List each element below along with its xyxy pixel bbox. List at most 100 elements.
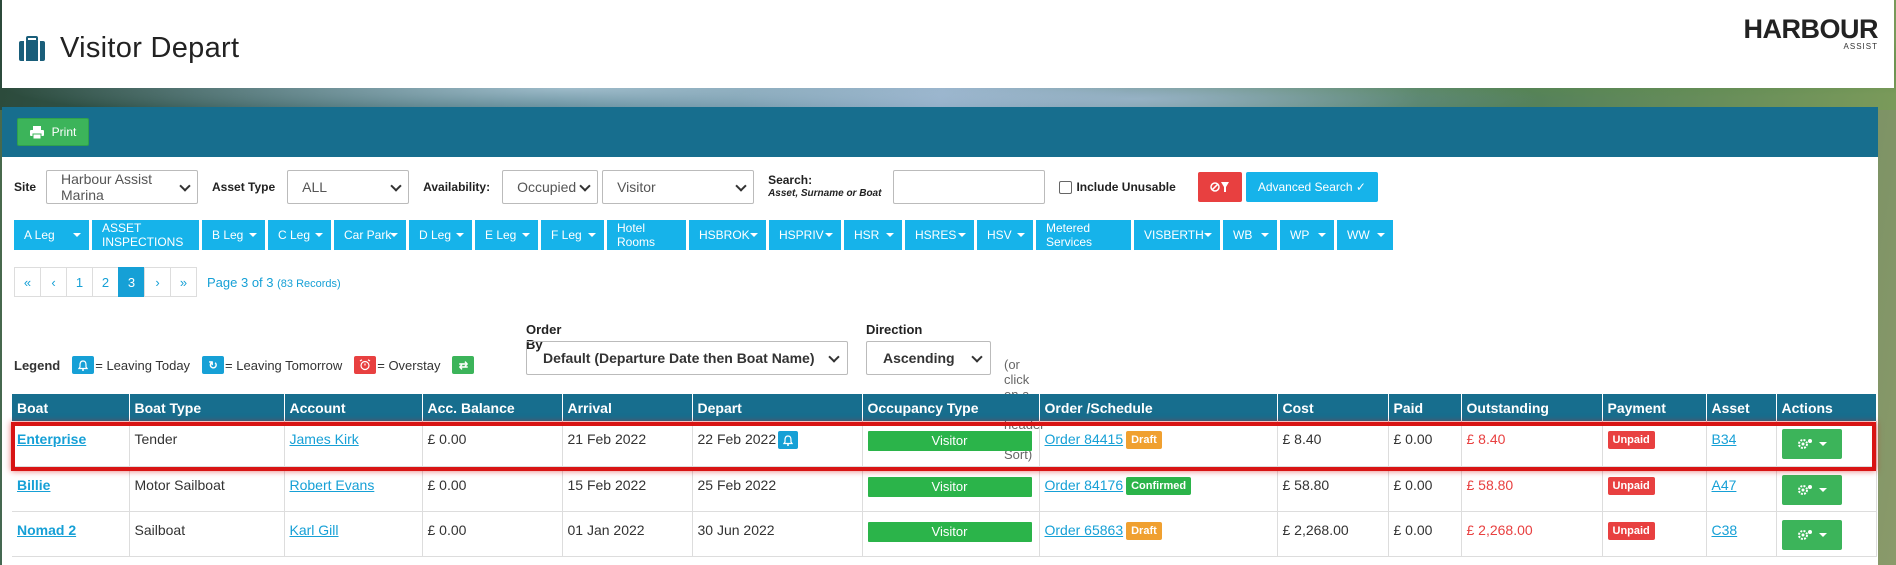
col-header-outstanding[interactable]: Outstanding xyxy=(1461,394,1603,421)
tag-b-leg[interactable]: B Leg xyxy=(202,220,265,250)
cell-payment: Unpaid xyxy=(1602,421,1707,467)
caret-down-icon xyxy=(958,233,966,237)
cell-outstanding: £ 8.40 xyxy=(1461,421,1603,467)
legend-label: Legend xyxy=(14,357,61,373)
search-hint: Asset, Surname or Boat xyxy=(768,188,882,199)
actions-button[interactable] xyxy=(1781,519,1842,550)
order-link[interactable]: Order 84176 xyxy=(1045,477,1124,493)
caret-down-icon xyxy=(1261,233,1269,237)
cell-occupancy: Visitor xyxy=(862,421,1040,467)
page-header: Visitor Depart HARBOUR ASSIST xyxy=(2,0,1894,88)
asset-link[interactable]: C38 xyxy=(1712,522,1738,538)
tag-wb[interactable]: WB xyxy=(1223,220,1277,250)
asset-link[interactable]: A47 xyxy=(1712,477,1737,493)
col-header-occupancy-type[interactable]: Occupancy Type xyxy=(862,394,1040,421)
tag-d-leg[interactable]: D Leg xyxy=(409,220,472,250)
tag-e-leg[interactable]: E Leg xyxy=(475,220,538,250)
cell-account: Karl Gill xyxy=(284,511,423,557)
actions-button[interactable] xyxy=(1781,429,1842,459)
cell-asset: B34 xyxy=(1706,421,1777,467)
tag-hsr[interactable]: HSR xyxy=(844,220,902,250)
page-1-button[interactable]: 1 xyxy=(66,267,93,297)
tag-metered-services[interactable]: Metered Services xyxy=(1036,220,1131,250)
tag-a-leg[interactable]: A Leg xyxy=(14,220,89,250)
tag-car-park[interactable]: Car Park xyxy=(334,220,406,250)
col-header-arrival[interactable]: Arrival xyxy=(562,394,693,421)
cell-cost: £ 58.80 xyxy=(1277,466,1389,512)
tag-asset-inspections[interactable]: ASSET INSPECTIONS xyxy=(92,220,199,250)
col-header-paid[interactable]: Paid xyxy=(1388,394,1462,421)
table-row: Billie Motor Sailboat Robert Evans £ 0.0… xyxy=(12,466,1877,512)
include-unusable-checkbox[interactable] xyxy=(1059,180,1073,194)
site-value: Harbour Assist Marina xyxy=(61,171,153,203)
cell-order: Order 65863 Draft xyxy=(1039,511,1278,557)
col-header-boat[interactable]: Boat xyxy=(12,394,130,421)
tag-hotel-rooms[interactable]: Hotel Rooms xyxy=(607,220,686,250)
order-by-select[interactable]: Default (Departure Date then Boat Name) xyxy=(526,341,848,375)
col-header-account[interactable]: Account xyxy=(284,394,423,421)
pagination: « ‹ 1 2 3 › » Page 3 of 3 (83 Records) xyxy=(14,267,341,297)
col-header-depart[interactable]: Depart xyxy=(692,394,863,421)
cell-paid: £ 0.00 xyxy=(1388,421,1462,467)
tag-visberth[interactable]: VISBERTH xyxy=(1134,220,1220,250)
gear-icon xyxy=(1797,484,1812,495)
site-select[interactable]: Harbour Assist Marina xyxy=(46,170,199,204)
clear-filter-button[interactable] xyxy=(1197,172,1242,202)
caret-down-icon xyxy=(1318,233,1326,237)
cell-actions xyxy=(1776,466,1877,512)
cell-balance: £ 0.00 xyxy=(422,511,563,557)
order-by-value: Default (Departure Date then Boat Name) xyxy=(543,350,815,366)
page-3-button[interactable]: 3 xyxy=(118,267,145,297)
search-input[interactable] xyxy=(893,170,1046,204)
actions-button[interactable] xyxy=(1781,474,1842,505)
asset-type-select[interactable]: ALL xyxy=(287,170,410,204)
col-header-order-schedule[interactable]: Order /Schedule xyxy=(1039,394,1278,421)
page-2-button[interactable]: 2 xyxy=(92,267,119,297)
caret-down-icon xyxy=(73,233,81,237)
col-header-cost[interactable]: Cost xyxy=(1277,394,1389,421)
col-header-acc-balance[interactable]: Acc. Balance xyxy=(422,394,563,421)
legend-today: = Leaving Today xyxy=(95,357,191,373)
boat-link[interactable]: Enterprise xyxy=(17,431,86,447)
cell-boat: Enterprise xyxy=(12,421,130,467)
cell-asset: C38 xyxy=(1706,511,1777,557)
cell-paid: £ 0.00 xyxy=(1388,511,1462,557)
cell-boat: Billie xyxy=(12,466,130,512)
caret-down-icon xyxy=(750,233,758,237)
col-header-payment[interactable]: Payment xyxy=(1602,394,1707,421)
direction-select[interactable]: Ascending xyxy=(866,341,991,375)
print-button[interactable]: Print xyxy=(17,118,89,146)
tag-hsbrok[interactable]: HSBROK xyxy=(689,220,766,250)
tag-wp[interactable]: WP xyxy=(1280,220,1334,250)
occupancy-select[interactable]: Visitor xyxy=(602,170,755,204)
caret-down-icon xyxy=(1377,233,1385,237)
page-next-button[interactable]: › xyxy=(144,267,171,297)
caret-down-icon xyxy=(522,233,530,237)
caret-down-icon xyxy=(825,233,833,237)
advanced-search-button[interactable]: Advanced Search ✓ xyxy=(1245,172,1378,202)
tag-ww[interactable]: WW xyxy=(1337,220,1393,250)
account-link[interactable]: Robert Evans xyxy=(290,477,375,493)
tag-f-leg[interactable]: F Leg xyxy=(541,220,604,250)
page-last-button[interactable]: » xyxy=(170,267,197,297)
tag-hsres[interactable]: HSRES xyxy=(905,220,974,250)
cell-cost: £ 2,268.00 xyxy=(1277,511,1389,557)
availability-select[interactable]: Occupied xyxy=(502,170,599,204)
boat-link[interactable]: Nomad 2 xyxy=(17,522,76,538)
boat-link[interactable]: Billie xyxy=(17,477,50,493)
order-link[interactable]: Order 65863 xyxy=(1045,522,1124,538)
cell-depart: 22 Feb 2022 xyxy=(692,421,863,467)
cell-depart: 25 Feb 2022 xyxy=(692,466,863,512)
page-prev-button[interactable]: ‹ xyxy=(40,267,67,297)
account-link[interactable]: Karl Gill xyxy=(290,522,339,538)
page-first-button[interactable]: « xyxy=(14,267,41,297)
search-label: Search: xyxy=(768,173,813,187)
tag-hspriv[interactable]: HSPRIV xyxy=(769,220,841,250)
asset-link[interactable]: B34 xyxy=(1712,431,1737,447)
account-link[interactable]: James Kirk xyxy=(290,431,359,447)
col-header-asset[interactable]: Asset xyxy=(1706,394,1777,421)
col-header-boat-type[interactable]: Boat Type xyxy=(129,394,285,421)
tag-c-leg[interactable]: C Leg xyxy=(268,220,331,250)
tag-hsv[interactable]: HSV xyxy=(977,220,1033,250)
order-link[interactable]: Order 84415 xyxy=(1045,431,1124,447)
